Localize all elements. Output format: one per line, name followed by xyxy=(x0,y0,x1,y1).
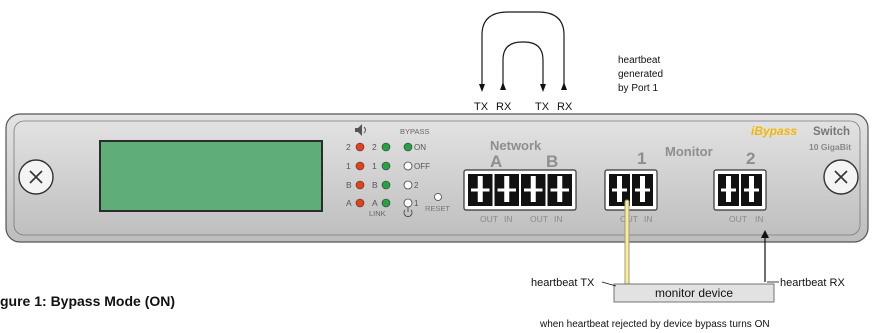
loop-label-rx-outer: RX xyxy=(557,101,573,113)
arrow-down-icon xyxy=(479,84,485,92)
loop-label-rx-inner: RX xyxy=(496,101,512,113)
screw-icon xyxy=(823,159,859,195)
led-red xyxy=(355,180,365,190)
jack-label-out: OUT xyxy=(480,214,498,224)
lcd-display xyxy=(99,140,323,212)
led-label-mid: 1 xyxy=(372,161,377,171)
arrow-down-icon xyxy=(540,84,546,92)
led-green xyxy=(381,142,391,152)
led-label-mid: B xyxy=(372,180,378,190)
led-label-right: ON xyxy=(414,143,426,152)
jack-label-in: IN xyxy=(755,214,764,224)
monitor-port-2: 2 xyxy=(746,149,755,168)
heartbeat-rx-label: heartbeat RX xyxy=(780,277,845,289)
led-label-left: 1 xyxy=(346,161,351,171)
rj45-port-group[interactable] xyxy=(463,169,577,211)
rj45-socket[interactable] xyxy=(547,174,573,206)
jack-label-out: OUT xyxy=(729,214,747,224)
loop-label-tx-inner: TX xyxy=(535,101,550,113)
network-port-b: B xyxy=(546,152,558,171)
rj45-socket[interactable] xyxy=(468,174,493,206)
led-green xyxy=(381,161,391,171)
bypass-diagram: TX RX TX RX heartbeat generated by Port … xyxy=(0,11,869,330)
monitor-port-1: 1 xyxy=(637,149,646,168)
led-label-right: 2 xyxy=(414,181,419,190)
rj45-socket[interactable] xyxy=(718,174,739,206)
heartbeat-rx-line xyxy=(761,230,769,282)
monitor-title: Monitor xyxy=(665,144,713,159)
brand-suffix: Switch xyxy=(813,126,850,138)
led-red xyxy=(355,198,365,208)
network-title: Network xyxy=(490,138,542,153)
led-label-right: 1 xyxy=(414,199,419,208)
heartbeat-tx-label: heartbeat TX xyxy=(531,277,595,289)
jack-label-in: IN xyxy=(644,214,653,224)
reset-label: RESET xyxy=(425,204,450,213)
led-green xyxy=(381,198,391,208)
jack-label-in: IN xyxy=(504,214,513,224)
led-port-2 xyxy=(403,180,413,190)
figure-caption: gure 1: Bypass Mode (ON) xyxy=(0,293,175,309)
footer-note: when heartbeat rejected by device bypass… xyxy=(539,319,770,330)
arrow-up-icon xyxy=(561,82,567,90)
screw-icon xyxy=(18,159,54,195)
led-green xyxy=(381,180,391,190)
reset-button[interactable] xyxy=(434,193,442,201)
rj45-socket[interactable] xyxy=(632,174,653,206)
monitor-device-label: monitor device xyxy=(655,286,733,300)
heartbeat-note-line-3: by Port 1 xyxy=(618,83,658,94)
loopback-arrows xyxy=(479,82,567,92)
heartbeat-note-line-1: heartbeat xyxy=(618,55,660,66)
loop-label-tx-outer: TX xyxy=(474,101,489,113)
network-port-a: A xyxy=(490,152,502,171)
led-label-left: B xyxy=(346,180,352,190)
arrow-up-icon xyxy=(500,82,506,90)
led-red xyxy=(355,142,365,152)
led-label-left: 2 xyxy=(346,142,351,152)
led-port-1 xyxy=(403,198,413,208)
loopback-cable xyxy=(481,11,565,90)
rj45-socket[interactable] xyxy=(741,174,762,206)
rj45-socket[interactable] xyxy=(521,174,546,206)
bypass-heading: BYPASS xyxy=(400,127,429,136)
led-label-mid: 2 xyxy=(372,142,377,152)
rj45-port-group[interactable] xyxy=(713,169,767,211)
rj45-socket[interactable] xyxy=(494,174,520,206)
led-label-left: A xyxy=(346,198,352,208)
led-red xyxy=(355,161,365,171)
jack-label-in: IN xyxy=(554,214,563,224)
brand-speed: 10 GigaBit xyxy=(809,142,851,152)
led-bypass-off xyxy=(403,161,413,171)
rj45-port-group[interactable] xyxy=(604,169,658,211)
led-label-mid: A xyxy=(372,198,378,208)
brand-name: iBypass xyxy=(751,124,797,138)
heartbeat-note-line-2: generated xyxy=(618,69,663,80)
link-label: LINK xyxy=(369,209,386,218)
led-label-right: OFF xyxy=(414,162,430,171)
jack-label-out: OUT xyxy=(530,214,548,224)
led-bypass-on xyxy=(403,142,413,152)
